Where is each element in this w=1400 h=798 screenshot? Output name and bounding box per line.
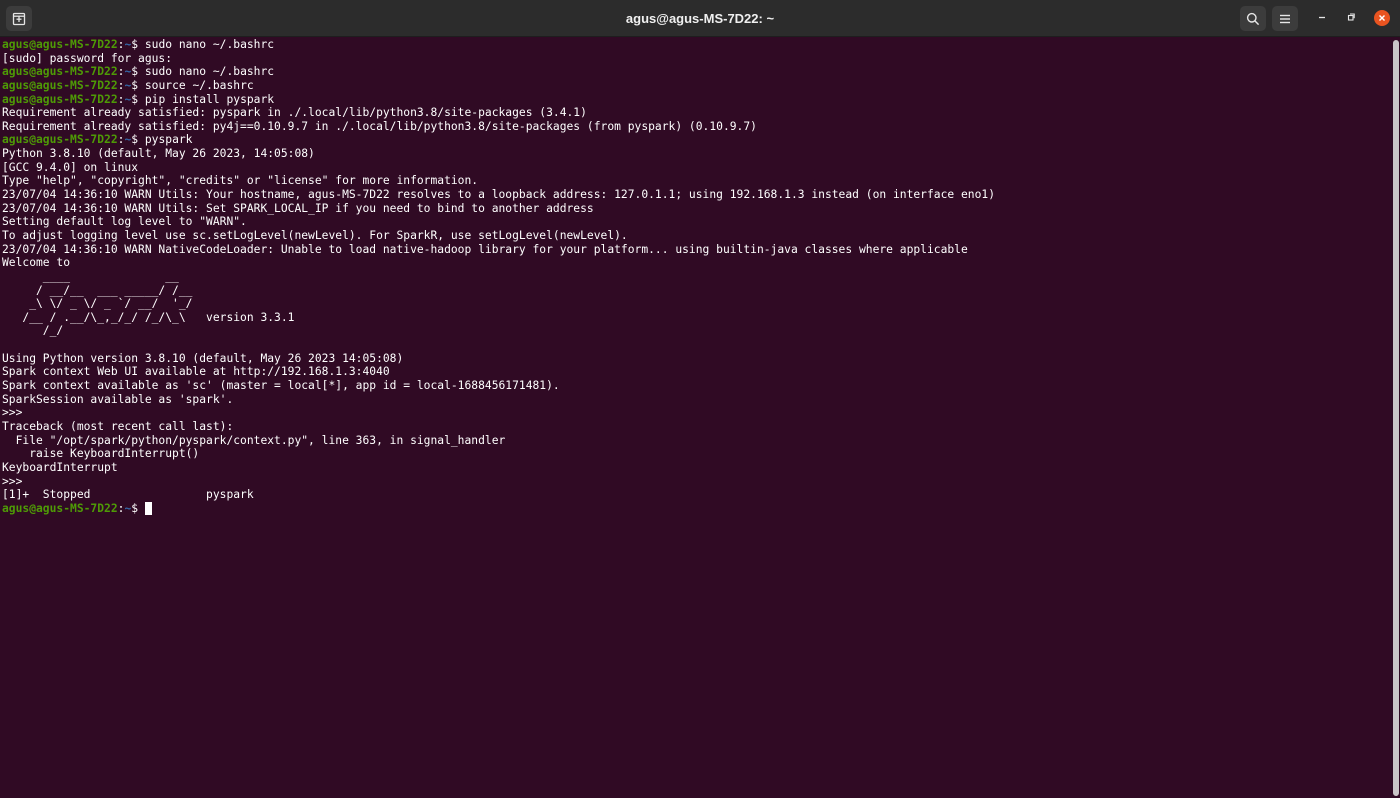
prompt-line: agus@agus-MS-7D22:~$ sudo nano ~/.bashrc [2, 38, 1391, 52]
output-line: Spark context available as 'sc' (master … [2, 379, 560, 393]
output-line: Python 3.8.10 (default, May 26 2023, 14:… [2, 147, 322, 161]
command-text: source ~/.bashrc [144, 78, 254, 92]
output-line: File "/opt/spark/python/pyspark/context.… [2, 433, 506, 447]
prompt-user-host: agus@agus-MS-7D22 [2, 501, 118, 515]
minimize-button[interactable] [1314, 10, 1330, 26]
output-line: ____ __ [2, 269, 179, 283]
close-button[interactable] [1374, 10, 1390, 26]
search-button[interactable] [1240, 6, 1266, 31]
prompt-user-host: agus@agus-MS-7D22 [2, 38, 118, 51]
output-line: [GCC 9.4.0] on linux [2, 160, 139, 174]
command-text: sudo nano ~/.bashrc [144, 65, 275, 79]
prompt-symbol: $ [131, 501, 145, 515]
prompt-symbol: $ [131, 65, 145, 79]
output-line: Using Python version 3.8.10 (default, Ma… [2, 351, 404, 365]
output-line: 23/07/04 14:36:10 WARN Utils: Your hostn… [2, 188, 995, 202]
text-cursor [144, 501, 152, 515]
output-line: _\ \/ _ \/ _ `/ __/ '_/ [2, 297, 193, 311]
prompt-line: agus@agus-MS-7D22:~$ sudo nano ~/.bashrc [2, 65, 1391, 79]
output-line: Spark context Web UI available at http:/… [2, 365, 390, 379]
output-line: Setting default log level to "WARN". [2, 215, 247, 229]
output-line: /_/ [2, 324, 64, 338]
prompt-line: agus@agus-MS-7D22:~$ [2, 501, 1391, 516]
title-bar[interactable]: agus@agus-MS-7D22: ~ [0, 0, 1400, 37]
prompt-line: agus@agus-MS-7D22:~$ pyspark [2, 133, 1391, 147]
prompt-user-host: agus@agus-MS-7D22 [2, 65, 118, 79]
hamburger-menu-icon [1278, 12, 1292, 26]
minimize-icon [1317, 9, 1327, 27]
output-line: Requirement already satisfied: py4j==0.1… [2, 119, 757, 133]
command-text: pyspark [144, 133, 193, 147]
prompt-symbol: $ [131, 133, 145, 147]
output-line: 23/07/04 14:36:10 WARN NativeCodeLoader:… [2, 242, 968, 256]
scrollbar-thumb[interactable] [1393, 40, 1399, 796]
prompt-line: agus@agus-MS-7D22:~$ source ~/.bashrc [2, 79, 1391, 93]
output-line: 23/07/04 14:36:10 WARN Utils: Set SPARK_… [2, 201, 594, 215]
prompt-line: agus@agus-MS-7D22:~$ pip install pyspark [2, 93, 1391, 107]
output-line: Requirement already satisfied: pyspark i… [2, 106, 587, 120]
search-icon [1246, 12, 1260, 26]
output-line: raise KeyboardInterrupt() [2, 447, 200, 461]
command-text: sudo nano ~/.bashrc [144, 38, 275, 51]
prompt-user-host: agus@agus-MS-7D22 [2, 133, 118, 147]
prompt-symbol: $ [131, 78, 145, 92]
output-line: [sudo] password for agus: [2, 51, 179, 65]
window-title: agus@agus-MS-7D22: ~ [625, 11, 775, 26]
prompt-symbol: $ [131, 92, 145, 106]
prompt-user-host: agus@agus-MS-7D22 [2, 92, 118, 106]
output-line: Type "help", "copyright", "credits" or "… [2, 174, 479, 188]
command-text: pip install pyspark [144, 92, 275, 106]
output-line: / __/__ ___ _____/ /__ [2, 283, 193, 297]
output-line: [1]+ Stopped pyspark [2, 488, 254, 502]
restore-icon [1346, 9, 1356, 27]
output-line: To adjust logging level use sc.setLogLev… [2, 228, 628, 242]
maximize-button[interactable] [1343, 10, 1359, 26]
prompt-symbol: $ [131, 38, 145, 51]
output-line: Traceback (most recent call last): [2, 419, 234, 433]
output-line: >>> [2, 406, 30, 420]
output-line: Welcome to [2, 256, 71, 270]
menu-button[interactable] [1272, 6, 1298, 31]
output-line: /__ / .__/\_,_/_/ /_/\_\ version 3.3.1 [2, 310, 295, 324]
terminal-window: agus@agus-MS-7D22: ~ agus@agus-MS-7D22:~… [0, 0, 1400, 798]
scrollbar[interactable] [1391, 37, 1400, 798]
output-line: >>> [2, 474, 30, 488]
prompt-user-host: agus@agus-MS-7D22 [2, 78, 118, 92]
close-icon [1378, 9, 1386, 27]
output-line: SparkSession available as 'spark'. [2, 392, 234, 406]
terminal-output[interactable]: agus@agus-MS-7D22:~$ sudo nano ~/.bashrc… [0, 37, 1391, 798]
output-line: KeyboardInterrupt [2, 460, 118, 474]
